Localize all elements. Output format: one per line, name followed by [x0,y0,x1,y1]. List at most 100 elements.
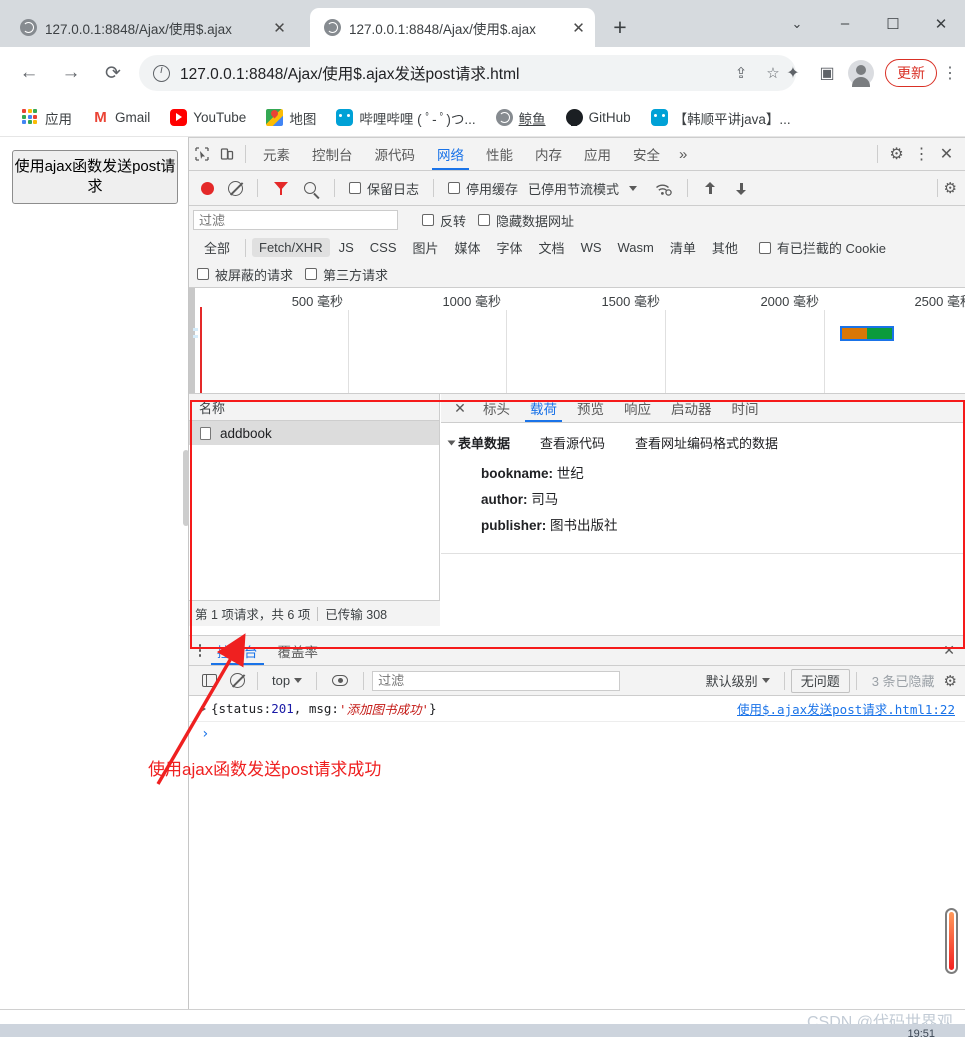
drawer-tab-coverage[interactable]: 覆盖率 [268,636,329,665]
tab-close-icon[interactable]: ✕ [570,19,587,37]
export-har-icon[interactable] [736,182,747,195]
console-input-prompt[interactable]: › [189,722,965,746]
clear-network-icon[interactable] [228,180,243,196]
network-conditions-icon[interactable] [655,182,672,196]
console-level-selector[interactable]: 默认级别 [698,671,778,690]
profile-avatar[interactable] [845,55,877,91]
window-close-icon[interactable]: ✕ [917,0,965,47]
page-scroll-indicator[interactable] [945,908,958,974]
console-context-selector[interactable]: top [264,673,310,688]
disable-cache-checkbox[interactable]: 停用缓存 [448,179,518,198]
blocked-cookies-checkbox[interactable]: 有已拦截的 Cookie [758,238,886,257]
search-icon[interactable] [304,182,316,194]
no-issues-button[interactable]: 无问题 [790,668,850,693]
devtools-tab-memory[interactable]: 内存 [524,138,573,170]
type-filter-ws[interactable]: WS [574,238,609,257]
preserve-log-checkbox[interactable]: 保留日志 [349,179,419,198]
bookmark-github[interactable]: GitHub [558,106,639,129]
more-tabs-chevron-icon[interactable]: » [671,146,695,163]
type-filter-doc[interactable]: 文档 [532,236,572,259]
devtools-tab-console[interactable]: 控制台 [301,138,364,170]
devtools-tab-performance[interactable]: 性能 [475,138,524,170]
browser-tab-1[interactable]: 127.0.0.1:8848/Ajax/使用$.ajax ✕ [6,8,296,47]
record-network-icon[interactable] [201,181,214,195]
devtools-menu-icon[interactable]: ⋮ [909,141,934,167]
hide-data-urls-checkbox[interactable]: 隐藏数据网址 [478,211,574,230]
form-data-section-header[interactable]: 表单数据 查看源代码 查看网址编码格式的数据 [441,433,965,452]
detail-tab-response[interactable]: 响应 [614,394,661,422]
type-filter-js[interactable]: JS [332,238,361,257]
devtools-tab-application[interactable]: 应用 [573,138,622,170]
devtools-tab-security[interactable]: 安全 [622,138,671,170]
tab-search-chevron-down-icon[interactable]: ⌄ [773,0,821,47]
network-overview-timeline[interactable]: 500 毫秒 1000 毫秒 1500 毫秒 2000 毫秒 2500 毫秒 [189,288,965,394]
bookmark-bilibili[interactable]: 哔哩哔哩 ( ﾟ- ﾟ)つ... [328,105,483,131]
share-icon[interactable]: ⇪ [730,64,752,82]
request-list-column-header[interactable]: 名称 [189,394,439,421]
side-panel-icon[interactable]: ▣ [811,55,843,91]
console-filter-input[interactable] [372,670,621,691]
type-filter-manifest[interactable]: 清单 [663,236,703,259]
reload-icon[interactable]: ⟳ [96,56,130,90]
type-filter-all[interactable]: 全部 [197,236,237,259]
window-maximize-icon[interactable]: ☐ [869,0,917,47]
clear-console-icon[interactable] [230,673,245,688]
console-settings-gear-icon[interactable]: ⚙ [944,672,961,690]
invert-checkbox[interactable]: 反转 [422,211,466,230]
bookmark-whale[interactable]: 鲸鱼 [488,105,554,131]
bookmark-apps[interactable]: 应用 [14,105,80,131]
close-icon[interactable]: ✕ [447,400,473,417]
type-filter-css[interactable]: CSS [363,238,404,257]
type-filter-media[interactable]: 媒体 [448,236,488,259]
gear-icon[interactable]: ⚙ [884,141,909,167]
detail-tab-initiator[interactable]: 启动器 [661,394,722,422]
window-minimize-icon[interactable]: – [821,0,869,47]
console-sidebar-icon[interactable] [202,674,217,687]
address-bar[interactable]: 127.0.0.1:8848/Ajax/使用$.ajax发送post请求.htm… [139,55,796,91]
drawer-tab-console[interactable]: 控制台 [207,636,268,665]
type-filter-other[interactable]: 其他 [705,236,745,259]
drawer-handle-icon[interactable] [193,642,207,660]
network-settings-gear-icon[interactable]: ⚙ [944,179,957,197]
network-filter-input[interactable] [193,210,398,230]
view-source-link[interactable]: 查看源代码 [540,433,605,452]
filter-funnel-icon[interactable] [274,181,288,195]
detail-tab-payload[interactable]: 载荷 [520,394,567,422]
bookmark-youtube[interactable]: YouTube [162,106,254,129]
type-filter-wasm[interactable]: Wasm [611,238,661,257]
overview-left-handle[interactable] [189,288,195,393]
drawer-close-icon[interactable]: ✕ [943,642,965,659]
bookmark-gmail[interactable]: M Gmail [84,106,158,129]
request-row-addbook[interactable]: addbook [189,421,439,445]
send-post-request-button[interactable]: 使用ajax函数发送post请求 [12,150,178,204]
type-filter-fetch-xhr[interactable]: Fetch/XHR [252,238,330,257]
inspect-element-icon[interactable] [189,141,214,167]
devtools-tab-network[interactable]: 网络 [426,138,475,170]
close-icon[interactable]: ✕ [934,141,959,167]
detail-tab-headers[interactable]: 标头 [473,394,520,422]
new-tab-button[interactable]: + [606,14,634,42]
tab-close-icon[interactable]: ✕ [271,19,288,37]
devtools-tab-elements[interactable]: 元素 [252,138,301,170]
type-filter-font[interactable]: 字体 [490,236,530,259]
detail-tab-timing[interactable]: 时间 [722,394,769,422]
detail-tab-preview[interactable]: 预览 [567,394,614,422]
device-toolbar-icon[interactable] [214,141,239,167]
type-filter-img[interactable]: 图片 [406,236,446,259]
expand-caret-icon[interactable] [201,705,206,712]
bookmark-maps[interactable]: 地图 [258,105,324,131]
view-url-encoded-link[interactable]: 查看网址编码格式的数据 [635,433,778,452]
third-party-checkbox[interactable]: 第三方请求 [305,265,388,284]
overview-request-bar[interactable] [840,326,894,341]
bookmark-hanshunping[interactable]: 【韩顺平讲java】... [643,105,799,131]
chevron-down-icon[interactable] [629,185,638,191]
update-button[interactable]: 更新 [885,59,937,87]
site-info-icon[interactable] [153,64,170,82]
live-expression-eye-icon[interactable] [332,675,349,686]
browser-tab-2[interactable]: 127.0.0.1:8848/Ajax/使用$.ajax ✕ [310,8,595,47]
console-message-row[interactable]: {status: 201 , msg: '添加图书成功' } 使用$.ajax发… [189,696,965,722]
forward-icon[interactable]: → [54,56,88,90]
caret-down-icon[interactable] [447,440,456,445]
import-har-icon[interactable] [705,181,716,195]
back-icon[interactable]: ← [12,56,46,90]
